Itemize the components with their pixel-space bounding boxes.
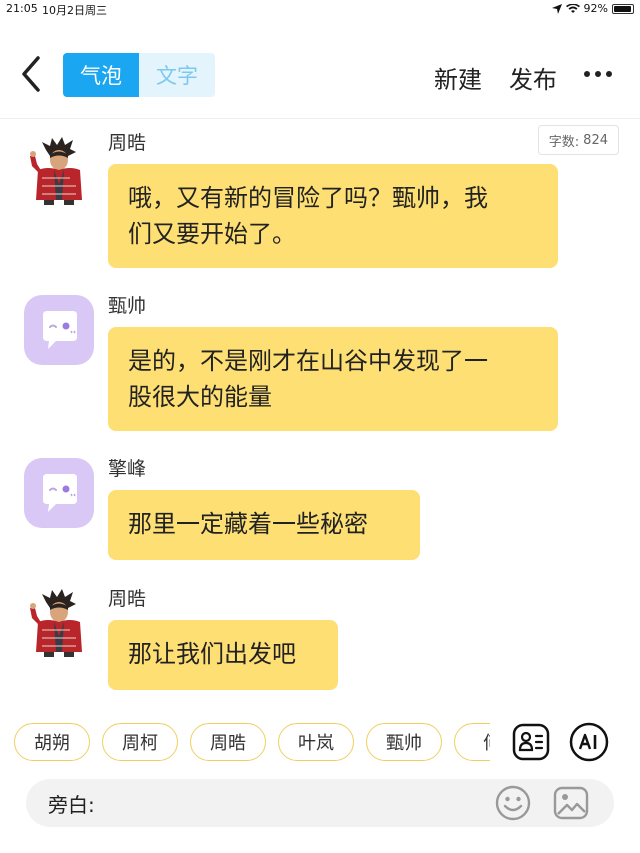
character-chip[interactable]: 甄帅 [366, 723, 442, 761]
character-chip[interactable]: 胡朔 [14, 723, 90, 761]
message-text-line: 是的，不是刚才在山谷中发现了一 [128, 347, 488, 375]
message-bubble[interactable]: 那里一定藏着一些秘密 [108, 490, 420, 560]
character-portrait-icon [30, 137, 82, 205]
contact-card-icon [512, 723, 550, 761]
smiley-icon [495, 785, 531, 821]
battery-icon [612, 3, 634, 14]
speaker-name: 周晧 [108, 132, 147, 154]
word-count-value: 824 [583, 132, 608, 148]
more-dot-icon [595, 71, 601, 77]
battery-fill [614, 5, 631, 12]
word-count-badge: 字数: 824 [537, 125, 619, 155]
avatar[interactable] [24, 588, 94, 658]
avatar[interactable] [24, 458, 94, 528]
character-selector: 胡朔 周柯 周晧 叶岚 甄帅 何 [0, 723, 490, 761]
narration-label: 旁白: [48, 793, 95, 817]
message-text-line: 哦，又有新的冒险了吗？甄帅，我 [128, 184, 488, 212]
more-dot-icon [584, 71, 590, 77]
chat-bubble-face-icon [43, 474, 77, 512]
message-text-line: 股很大的能量 [128, 383, 272, 411]
speaker-name: 周晧 [108, 588, 147, 610]
character-chip[interactable]: 周晧 [190, 723, 266, 761]
chat-bubble-face-icon [43, 311, 77, 349]
character-portrait-icon [30, 589, 82, 657]
more-dot-icon [606, 71, 612, 77]
message-bubble[interactable]: 那让我们出发吧 [108, 620, 338, 690]
message-text-line: 那让我们出发吧 [128, 640, 296, 668]
character-manage-button[interactable] [511, 722, 551, 762]
battery-percent: 92% [583, 2, 608, 15]
back-button[interactable] [18, 54, 48, 94]
character-chip[interactable]: 叶岚 [278, 723, 354, 761]
speaker-name: 甄帅 [108, 295, 147, 317]
status-bar: 21:05 10月2日周三 92% [0, 0, 640, 18]
status-time: 21:05 [6, 2, 38, 15]
new-button[interactable]: 新建 [434, 60, 482, 95]
message-input[interactable]: 旁白: [26, 779, 614, 827]
emoji-button[interactable] [494, 784, 532, 822]
image-button[interactable] [552, 784, 590, 822]
message-bubble[interactable]: 是的，不是刚才在山谷中发现了一 股很大的能量 [108, 327, 558, 431]
nav-divider [0, 118, 640, 119]
image-icon [553, 786, 589, 820]
tab-text[interactable]: 文字 [139, 53, 215, 97]
view-mode-toggle: 气泡 文字 [63, 53, 215, 97]
status-right: 92% [551, 2, 634, 15]
character-chip[interactable]: 周柯 [102, 723, 178, 761]
more-button[interactable] [584, 64, 614, 84]
compose-panel: 胡朔 周柯 周晧 叶岚 甄帅 何 旁白: [0, 695, 640, 853]
avatar[interactable] [24, 295, 94, 365]
wifi-icon [565, 3, 580, 13]
status-date: 10月2日周三 [42, 4, 107, 17]
location-icon [551, 3, 562, 14]
message-text-line: 们又要开始了。 [128, 220, 296, 248]
message-bubble[interactable]: 哦，又有新的冒险了吗？甄帅，我 们又要开始了。 [108, 164, 558, 268]
word-count-label: 字数: [548, 134, 580, 150]
chevron-left-icon [22, 56, 40, 92]
tab-bubble[interactable]: 气泡 [63, 53, 139, 97]
message-text-line: 那里一定藏着一些秘密 [128, 510, 368, 538]
character-chip[interactable]: 何 [454, 723, 490, 761]
speaker-name: 擎峰 [108, 458, 147, 480]
ai-icon [569, 722, 609, 762]
publish-button[interactable]: 发布 [509, 60, 557, 95]
top-nav: 气泡 文字 新建 发布 [0, 40, 640, 110]
ai-button[interactable] [569, 722, 609, 762]
avatar[interactable] [24, 136, 94, 206]
